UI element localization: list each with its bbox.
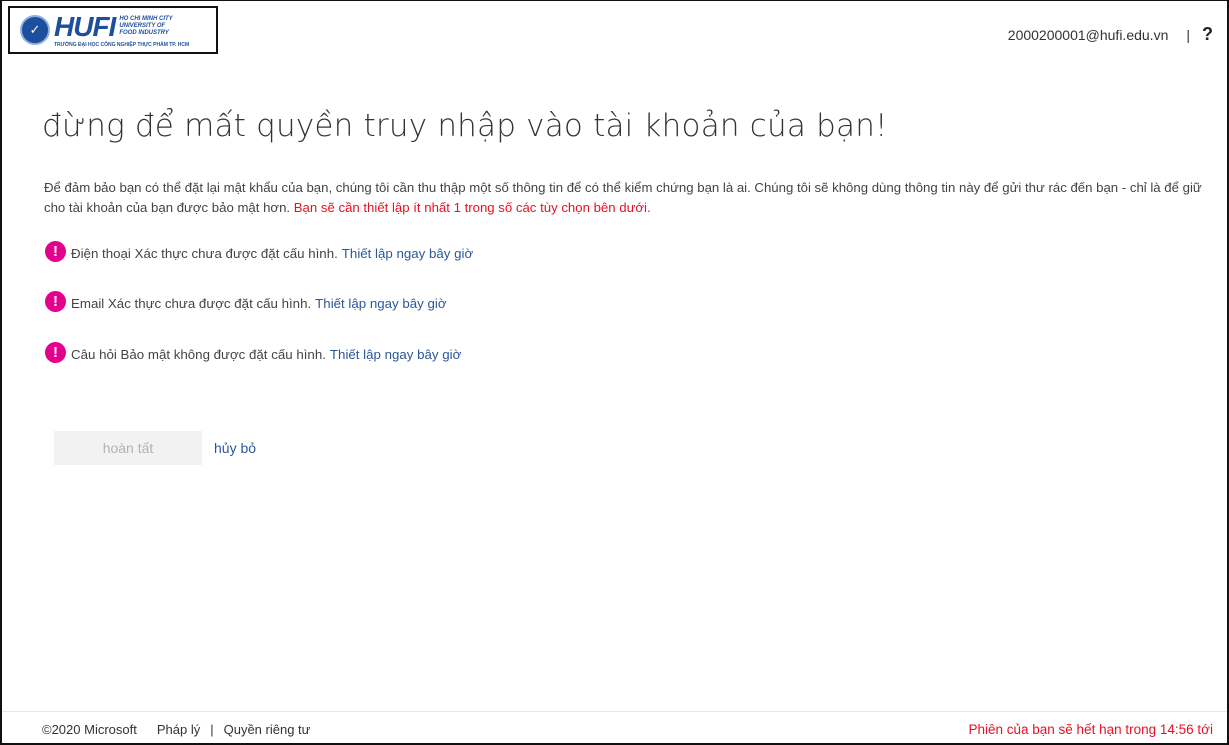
user-area: 2000200001@hufi.edu.vn | ? (1008, 24, 1213, 45)
logo-bottom-line: TRƯỜNG ĐẠI HỌC CÔNG NGHIỆP THỰC PHẨM TP.… (54, 41, 190, 48)
logo-brand: HUFI (54, 10, 116, 42)
item-text: Email Xác thực chưa được đặt cấu hình. (71, 296, 312, 311)
page-title: đừng để mất quyền truy nhập vào tài khoả… (42, 108, 888, 144)
phone-verification-item: ! Điện thoại Xác thực chưa được đặt cấu … (45, 241, 473, 262)
session-expiry-notice: Phiên của bạn sẽ hết hạn trong 14:56 tới (968, 722, 1213, 737)
footer-separator: | (210, 722, 214, 737)
description-warning: Bạn sẽ cần thiết lập ít nhất 1 trong số … (293, 200, 651, 215)
setup-email-link[interactable]: Thiết lập ngay bây giờ (315, 296, 446, 311)
copyright: ©2020 Microsoft (42, 722, 137, 737)
setup-phone-link[interactable]: Thiết lập ngay bây giờ (342, 246, 473, 261)
item-text: Điện thoại Xác thực chưa được đặt cấu hì… (71, 246, 338, 261)
footer-divider (2, 711, 1227, 712)
alert-icon: ! (45, 241, 66, 262)
university-seal-icon: ✓ (20, 15, 50, 45)
logo-subtitle: HO CHI MINH CITY UNIVERSITY OF FOOD INDU… (119, 16, 173, 36)
hufi-logo: ✓ HUFI HO CHI MINH CITY UNIVERSITY OF FO… (8, 6, 218, 54)
setup-security-question-link[interactable]: Thiết lập ngay bây giờ (330, 347, 461, 362)
description: Để đảm bảo bạn có thể đặt lại mật khẩu c… (44, 178, 1209, 218)
footer-links: ©2020 Microsoft Pháp lý | Quyền riêng tư (42, 722, 310, 737)
header-separator: | (1186, 26, 1190, 43)
alert-icon: ! (45, 342, 66, 363)
cancel-link[interactable]: hủy bỏ (214, 440, 256, 456)
logo-text: HUFI HO CHI MINH CITY UNIVERSITY OF FOOD… (54, 10, 190, 48)
finish-button[interactable]: hoàn tất (54, 431, 202, 465)
alert-icon: ! (45, 291, 66, 312)
legal-link[interactable]: Pháp lý (157, 722, 200, 737)
item-text: Câu hỏi Bảo mật không được đặt cấu hình. (71, 347, 326, 362)
email-verification-item: ! Email Xác thực chưa được đặt cấu hình.… (45, 291, 447, 312)
help-icon[interactable]: ? (1202, 24, 1213, 45)
user-email[interactable]: 2000200001@hufi.edu.vn (1008, 27, 1169, 43)
privacy-link[interactable]: Quyền riêng tư (224, 722, 311, 737)
top-bar: ✓ HUFI HO CHI MINH CITY UNIVERSITY OF FO… (0, 0, 1229, 58)
security-question-item: ! Câu hỏi Bảo mật không được đặt cấu hìn… (45, 342, 461, 363)
